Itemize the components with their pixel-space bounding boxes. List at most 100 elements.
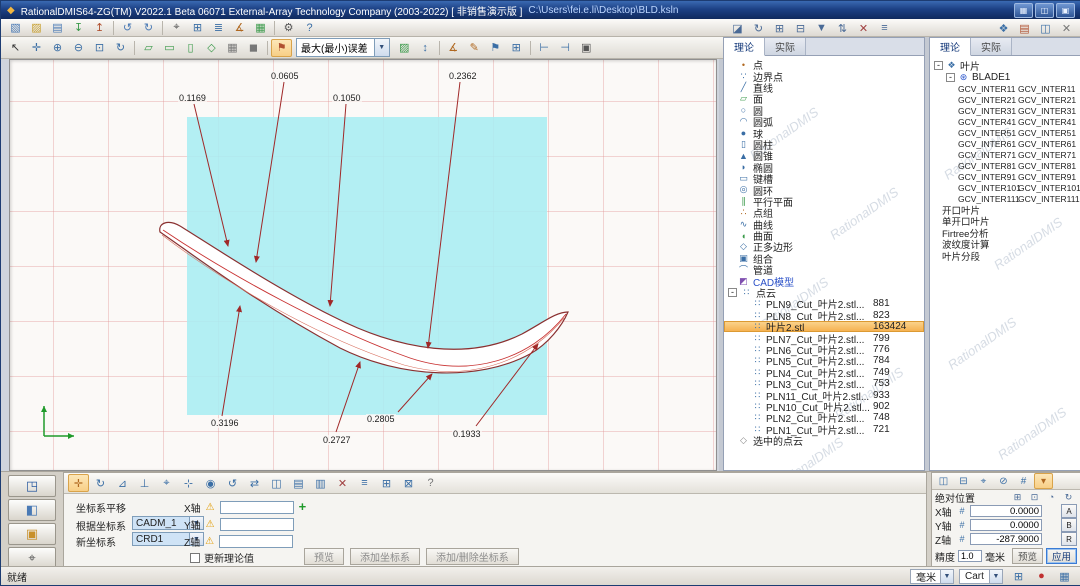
cs-machine-icon[interactable]: ⊞: [376, 474, 397, 492]
axis-y-input[interactable]: [220, 518, 294, 531]
pan-view-icon[interactable]: ✛: [26, 39, 47, 57]
export-report-icon[interactable]: ↥: [89, 19, 110, 37]
top-view-icon[interactable]: ▭: [159, 39, 180, 57]
layout-two-icon[interactable]: ◫: [1035, 3, 1054, 18]
add-offset-icon[interactable]: +: [299, 502, 307, 512]
cs-list-icon[interactable]: ≡: [354, 474, 375, 492]
coordinate-mode-dropdown[interactable]: Cart ▼: [959, 569, 1003, 584]
properties-icon[interactable]: ≡: [874, 19, 895, 37]
preview-button[interactable]: 预览: [1012, 548, 1043, 564]
cs-plane-icon[interactable]: ⊿: [112, 474, 133, 492]
blade-module-icon[interactable]: ❖: [993, 19, 1014, 37]
capture-icon[interactable]: ▣: [576, 39, 597, 57]
blade-root-node[interactable]: - ❖ 叶片: [930, 59, 1080, 71]
position-x-value[interactable]: [970, 505, 1042, 517]
checkbox-icon[interactable]: [190, 553, 200, 563]
axis-z-input[interactable]: [219, 535, 293, 548]
notebook-icon[interactable]: ▤: [1014, 19, 1035, 37]
cs-origin-icon[interactable]: ⌖: [156, 474, 177, 492]
close-panel-icon[interactable]: ✕: [1056, 19, 1077, 37]
preview-cs-button[interactable]: 预览: [304, 548, 344, 565]
align-right-icon[interactable]: ⊣: [555, 39, 576, 57]
flag-all-icon[interactable]: ⚑: [485, 39, 506, 57]
selected-pointcloud-node[interactable]: ◇ 选中的点云: [724, 435, 924, 446]
settings-icon[interactable]: ⚙: [278, 19, 299, 37]
undo-icon[interactable]: ↺: [117, 19, 138, 37]
axis-a-button[interactable]: A: [1061, 504, 1077, 518]
dimension-label[interactable]: 0.1933: [452, 429, 482, 439]
probe-manager-icon[interactable]: ⌖: [166, 19, 187, 37]
refresh-tree-icon[interactable]: ↻: [748, 19, 769, 37]
sort-icon[interactable]: ⇅: [832, 19, 853, 37]
dimension-icon[interactable]: ∡: [443, 39, 464, 57]
connection-icon[interactable]: ▦: [1054, 567, 1075, 585]
annotation-icon[interactable]: ✎: [464, 39, 485, 57]
redo-icon[interactable]: ↻: [138, 19, 159, 37]
gcv-section-row[interactable]: GCV_INTER91GCV_INTER91: [930, 171, 1080, 182]
zoom-in-icon[interactable]: ⊕: [47, 39, 68, 57]
axis-b-button[interactable]: B: [1061, 518, 1077, 532]
goto-position-icon[interactable]: ⌖: [974, 473, 993, 489]
color-map-icon[interactable]: ▨: [394, 39, 415, 57]
open-file-icon[interactable]: ▨: [26, 19, 47, 37]
cad-model-node[interactable]: ◩ CAD模型: [724, 275, 924, 286]
tab-blade-actual[interactable]: 实际: [971, 38, 1012, 55]
shaded-icon[interactable]: ◼: [243, 39, 264, 57]
cs-bestfit-icon[interactable]: ◉: [200, 474, 221, 492]
gcv-section-row[interactable]: GCV_INTER41GCV_INTER41: [930, 116, 1080, 127]
apply-button[interactable]: 应用: [1046, 548, 1077, 564]
add-remove-cs-button[interactable]: 添加/删除坐标系: [426, 548, 519, 565]
update-nominal-checkbox[interactable]: 更新理论值: [190, 550, 254, 565]
machine-coords-icon[interactable]: ⊞: [1009, 490, 1026, 504]
zoom-fit-icon[interactable]: ⊡: [89, 39, 110, 57]
axis-x-input[interactable]: [220, 501, 294, 514]
unit-dropdown[interactable]: 毫米 ▼: [910, 569, 954, 584]
gcv-section-row[interactable]: GCV_INTER11GCV_INTER11: [930, 83, 1080, 94]
gcv-section-row[interactable]: GCV_INTER61GCV_INTER61: [930, 138, 1080, 149]
wireframe-icon[interactable]: ▦: [222, 39, 243, 57]
collapse-icon[interactable]: -: [728, 288, 737, 297]
dimension-label[interactable]: 0.0605: [270, 71, 300, 81]
collapse-all-icon[interactable]: ⊟: [790, 19, 811, 37]
layout-full-icon[interactable]: ▣: [1056, 3, 1075, 18]
zero-position-icon[interactable]: ⊘: [994, 473, 1013, 489]
probe-position-icon[interactable]: ▾: [1034, 473, 1053, 489]
view-navigator-button[interactable]: ◳: [8, 475, 56, 497]
cad-model-view-button[interactable]: ◧: [8, 499, 56, 521]
part-coords-icon[interactable]: ⊡: [1026, 490, 1043, 504]
collapse-icon[interactable]: -: [946, 73, 955, 82]
axes-lock-icon[interactable]: ⊟: [954, 473, 973, 489]
gcv-section-row[interactable]: GCV_INTER81GCV_INTER81: [930, 160, 1080, 171]
gcv-section-row[interactable]: GCV_INTER51GCV_INTER51: [930, 127, 1080, 138]
delete-item-icon[interactable]: ✕: [853, 19, 874, 37]
collapse-icon[interactable]: -: [934, 61, 943, 70]
machine-control-icon[interactable]: ⊞: [187, 19, 208, 37]
cs-rotate-icon[interactable]: ↻: [90, 474, 111, 492]
coordinate-display-icon[interactable]: ⊞: [1008, 567, 1029, 585]
expand-all-icon[interactable]: ⊞: [769, 19, 790, 37]
gcv-section-row[interactable]: GCV_INTER21GCV_INTER21: [930, 94, 1080, 105]
side-view-icon[interactable]: ▯: [180, 39, 201, 57]
blade1-node[interactable]: - ⊛ BLADE1: [930, 71, 1080, 83]
tab-theoretical[interactable]: 理论: [724, 38, 765, 56]
filter-icon[interactable]: ▼: [811, 19, 832, 37]
rotate-view-icon[interactable]: ↻: [110, 39, 131, 57]
zoom-out-icon[interactable]: ⊖: [68, 39, 89, 57]
graphics-viewport[interactable]: 0.11690.06050.10500.23620.31960.27270.28…: [9, 59, 717, 471]
cs-part-icon[interactable]: ⊠: [398, 474, 419, 492]
dimension-label[interactable]: 0.2362: [448, 71, 478, 81]
import-model-icon[interactable]: ↧: [68, 19, 89, 37]
help-icon[interactable]: ?: [299, 19, 320, 37]
precision-input[interactable]: [958, 550, 982, 562]
tab-blade-theoretical[interactable]: 理论: [930, 38, 971, 56]
program-editor-icon[interactable]: ≣: [208, 19, 229, 37]
front-view-icon[interactable]: ▱: [138, 39, 159, 57]
add-cs-button[interactable]: 添加坐标系: [350, 548, 420, 565]
cs-help-icon[interactable]: ?: [420, 474, 441, 492]
polar-coords-icon[interactable]: ◔: [1043, 490, 1060, 504]
dimension-label[interactable]: 0.1050: [332, 93, 362, 103]
cs-mirror-icon[interactable]: ◫: [266, 474, 287, 492]
select-cursor-icon[interactable]: ↖: [5, 39, 26, 57]
pin-panel-icon[interactable]: ◪: [727, 19, 748, 37]
gcv-section-row[interactable]: GCV_INTER31GCV_INTER31: [930, 105, 1080, 116]
